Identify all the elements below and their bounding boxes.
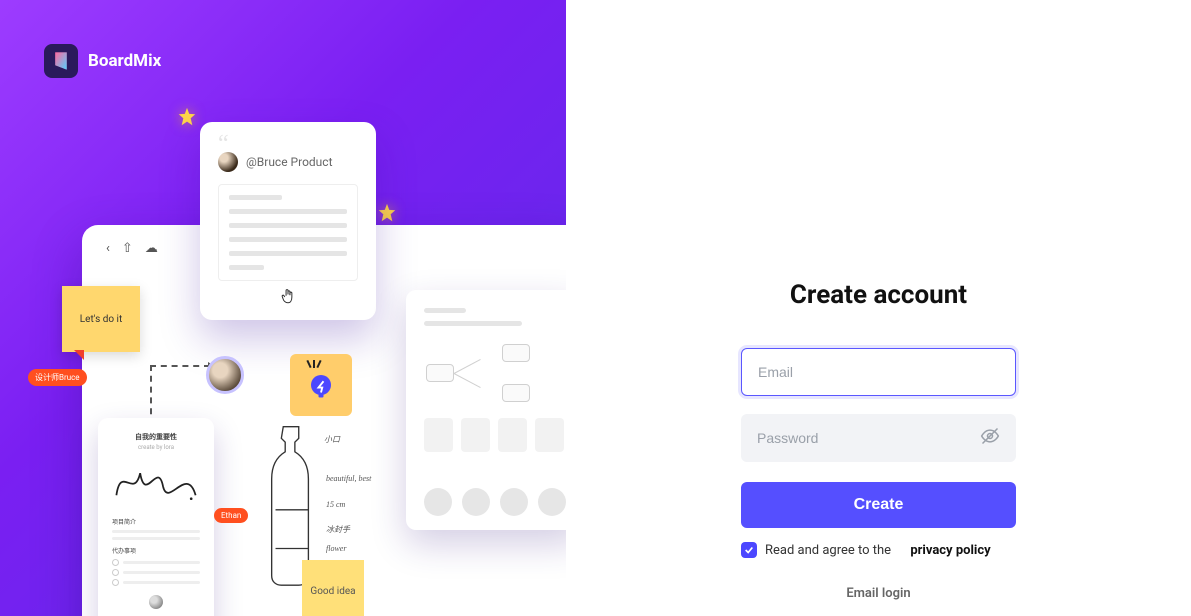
sticky-text: Good idea xyxy=(310,585,355,598)
consent-row: Read and agree to the privacy policy xyxy=(741,542,1016,558)
email-field[interactable] xyxy=(758,364,999,380)
annotation-text: beautiful, best xyxy=(326,474,371,483)
wireframe-card xyxy=(406,290,566,530)
lightbulb-icon xyxy=(306,370,336,400)
consent-checkbox[interactable] xyxy=(741,542,757,558)
create-account-button[interactable]: Create xyxy=(741,482,1016,528)
email-login-link[interactable]: Email login xyxy=(741,586,1016,601)
password-field[interactable] xyxy=(757,430,980,446)
pointer-hand-icon xyxy=(280,288,296,310)
connector-arrow xyxy=(150,365,210,425)
note-preview xyxy=(218,184,358,281)
doc-section-heading: 项目简介 xyxy=(112,517,200,526)
mention-row: @Bruce Product xyxy=(218,152,358,172)
page-title: Create account xyxy=(741,280,1016,310)
brand-logo: BoardMix xyxy=(44,44,161,78)
user-cursor-tag: 设计师Bruce xyxy=(28,369,87,386)
upload-icon: ⇧ xyxy=(122,241,133,256)
star-icon xyxy=(176,106,198,128)
annotation-text: 15 cm xyxy=(326,500,345,509)
email-field-wrapper[interactable] xyxy=(741,348,1016,396)
annotation-text: 冰封手 xyxy=(326,524,350,535)
cloud-icon: ☁ xyxy=(145,241,158,256)
mention-text: @Bruce Product xyxy=(246,155,333,169)
doc-section-heading: 代办事项 xyxy=(112,546,200,555)
sticky-note: Let's do it xyxy=(62,286,140,352)
consent-text: Read and agree to the xyxy=(765,543,891,558)
doc-card: 自我的重要性 create by lora 项目简介 代办事项 xyxy=(98,418,214,616)
brand-name: BoardMix xyxy=(88,51,161,71)
avatar xyxy=(206,356,244,394)
password-field-wrapper[interactable] xyxy=(741,414,1016,462)
sticky-text: Let's do it xyxy=(80,314,123,325)
back-icon: ‹ xyxy=(106,241,110,256)
signup-panel: Create account Create Read and agree to … xyxy=(566,0,1191,616)
star-icon xyxy=(376,202,398,224)
comment-card: “ @Bruce Product xyxy=(200,122,376,320)
annotation-text: flower xyxy=(326,544,346,553)
doc-subtitle: create by lora xyxy=(112,444,200,451)
idea-sticky xyxy=(290,354,352,416)
avatar xyxy=(149,595,163,609)
user-cursor-tag: Ethan xyxy=(214,508,248,523)
avatar xyxy=(218,152,238,172)
scribble-drawing xyxy=(112,457,200,507)
privacy-policy-link[interactable]: privacy policy xyxy=(910,543,990,558)
annotation-text: 小口 xyxy=(324,434,340,445)
sticky-note: Good idea xyxy=(302,560,364,616)
logo-icon xyxy=(44,44,78,78)
marketing-illustration-panel: BoardMix ‹ ⇧ ☁ “ @Bruce Product Let's do… xyxy=(0,0,566,616)
eye-off-icon[interactable] xyxy=(980,426,1000,450)
doc-title: 自我的重要性 xyxy=(112,432,200,442)
